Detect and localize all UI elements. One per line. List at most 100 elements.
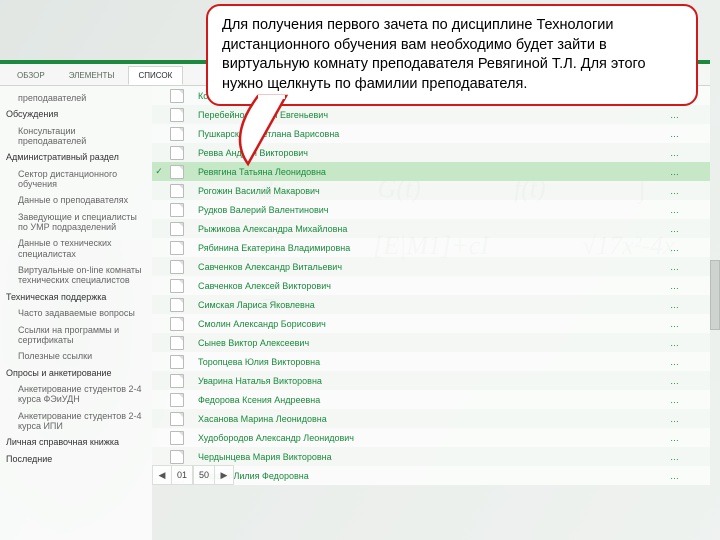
sidebar-item[interactable]: Анкетирование студентов 2-4 курса ИПИ — [0, 408, 152, 435]
sidebar-item[interactable]: Данные о технических специалистах — [0, 235, 152, 262]
table-row[interactable]: Ревва Андрей Викторович… — [152, 143, 710, 162]
table-row-selected[interactable]: ✓Ревягина Татьяна Леонидовна… — [152, 162, 710, 181]
main-panel: Конькова Наталья Алексеевна… Перебейнос … — [152, 86, 710, 540]
row-name[interactable]: Рудков Валерий Валентинович — [188, 205, 670, 215]
table-row[interactable]: Смолин Александр Борисович… — [152, 314, 710, 333]
row-name[interactable]: Торопцева Юлия Викторовна — [188, 357, 670, 367]
row-menu[interactable]: … — [670, 224, 710, 234]
tab-list[interactable]: СПИСОК — [128, 66, 184, 85]
row-name[interactable]: Савченков Александр Витальевич — [188, 262, 670, 272]
table-row[interactable]: Рыжикова Александра Михайловна… — [152, 219, 710, 238]
row-name[interactable]: Федорова Ксения Андреевна — [188, 395, 670, 405]
row-menu[interactable]: … — [670, 452, 710, 462]
table-row[interactable]: Федорова Ксения Андреевна… — [152, 390, 710, 409]
sidebar-item[interactable]: Заведующие и специалисты по УМР подразде… — [0, 209, 152, 236]
sidebar-item[interactable]: Данные о преподавателях — [0, 192, 152, 208]
row-menu[interactable]: … — [670, 357, 710, 367]
sidebar-item[interactable]: преподавателей — [0, 90, 152, 106]
sidebar-item[interactable]: Анкетирование студентов 2-4 курса ФЭиУДН — [0, 381, 152, 408]
table-row[interactable]: Хасанова Марина Леонидовна… — [152, 409, 710, 428]
page-icon — [170, 127, 184, 141]
pager-total: 50 — [193, 466, 215, 484]
table-row[interactable]: Шарова Лилия Федоровна… — [152, 466, 710, 485]
pager-prev[interactable]: ◀ — [153, 466, 171, 484]
row-menu[interactable]: … — [670, 148, 710, 158]
teacher-list: Конькова Наталья Алексеевна… Перебейнос … — [152, 86, 710, 485]
row-menu[interactable]: … — [670, 281, 710, 291]
table-row[interactable]: Рудков Валерий Валентинович… — [152, 200, 710, 219]
page-icon — [170, 165, 184, 179]
row-name[interactable]: Хасанова Марина Леонидовна — [188, 414, 670, 424]
page-icon — [170, 450, 184, 464]
row-menu[interactable]: … — [670, 243, 710, 253]
row-name[interactable]: Ревягина Татьяна Леонидовна — [188, 167, 670, 177]
row-name[interactable]: Симская Лариса Яковлевна — [188, 300, 670, 310]
row-menu[interactable]: … — [670, 376, 710, 386]
row-menu[interactable]: … — [670, 471, 710, 481]
page-icon — [170, 146, 184, 160]
row-name[interactable]: Рябинина Екатерина Владимировна — [188, 243, 670, 253]
sidebar-item[interactable]: Часто задаваемые вопросы — [0, 305, 152, 321]
table-row[interactable]: Рябинина Екатерина Владимировна… — [152, 238, 710, 257]
sidebar: преподавателей Обсуждения Консультации п… — [0, 86, 152, 540]
table-row[interactable]: Симская Лариса Яковлевна… — [152, 295, 710, 314]
sidebar-item[interactable]: Ссылки на программы и сертификаты — [0, 322, 152, 349]
row-menu[interactable]: … — [670, 414, 710, 424]
row-menu[interactable]: … — [670, 300, 710, 310]
sidebar-item[interactable]: Сектор дистанционного обучения — [0, 166, 152, 193]
sidebar-item[interactable]: Полезные ссылки — [0, 348, 152, 364]
tab-overview[interactable]: ОБЗОР — [6, 66, 56, 85]
sidebar-item[interactable]: Опросы и анкетирование — [0, 365, 152, 381]
table-row[interactable]: Рогожин Василий Макарович… — [152, 181, 710, 200]
row-name[interactable]: Рогожин Василий Макарович — [188, 186, 670, 196]
row-menu[interactable]: … — [670, 262, 710, 272]
sidebar-item[interactable]: Техническая поддержка — [0, 289, 152, 305]
row-name[interactable]: Смолин Александр Борисович — [188, 319, 670, 329]
page-icon — [170, 431, 184, 445]
row-menu[interactable]: … — [670, 110, 710, 120]
table-row[interactable]: Уварина Наталья Викторовна… — [152, 371, 710, 390]
sidebar-item[interactable]: Консультации преподавателей — [0, 123, 152, 150]
pager-current: 01 — [171, 466, 193, 484]
table-row[interactable]: Чердынцева Мария Викторовна… — [152, 447, 710, 466]
page-icon — [170, 355, 184, 369]
row-menu[interactable]: … — [670, 338, 710, 348]
page-icon — [170, 222, 184, 236]
row-menu[interactable]: … — [670, 433, 710, 443]
pager: ◀ 01 50 ▶ — [152, 465, 234, 485]
instruction-callout: Для получения первого зачета по дисципли… — [206, 4, 698, 106]
sidebar-item[interactable]: Последние — [0, 451, 152, 467]
row-menu[interactable]: … — [670, 319, 710, 329]
table-row[interactable]: Торопцева Юлия Викторовна… — [152, 352, 710, 371]
table-row[interactable]: Сынев Виктор Алексеевич… — [152, 333, 710, 352]
row-name[interactable]: Чердынцева Мария Викторовна — [188, 452, 670, 462]
row-menu[interactable]: … — [670, 167, 710, 177]
table-row[interactable]: Пушкарская Светлана Варисовна… — [152, 124, 710, 143]
table-row[interactable]: Перебейнос Артем Евгеньевич… — [152, 105, 710, 124]
app-window: ОБЗОР ЭЛЕМЕНТЫ СПИСОК преподавателей Обс… — [0, 60, 710, 540]
row-menu[interactable]: … — [670, 395, 710, 405]
pager-next[interactable]: ▶ — [215, 466, 233, 484]
callout-tail — [238, 96, 298, 166]
table-row[interactable]: Худобородов Александр Леонидович… — [152, 428, 710, 447]
row-menu[interactable]: … — [670, 129, 710, 139]
row-name[interactable]: Сынев Виктор Алексеевич — [188, 338, 670, 348]
row-name[interactable]: Савченков Алексей Викторович — [188, 281, 670, 291]
row-name[interactable]: Шарова Лилия Федоровна — [188, 471, 670, 481]
sidebar-item[interactable]: Личная справочная книжка — [0, 434, 152, 450]
row-menu[interactable]: … — [670, 186, 710, 196]
page-icon — [170, 393, 184, 407]
sidebar-item[interactable]: Виртуальные on-line комнаты технических … — [0, 262, 152, 289]
row-menu[interactable]: … — [670, 205, 710, 215]
page-icon — [170, 89, 184, 103]
table-row[interactable]: Савченков Александр Витальевич… — [152, 257, 710, 276]
sidebar-item[interactable]: Обсуждения — [0, 106, 152, 122]
scrollbar-thumb[interactable] — [710, 260, 720, 330]
row-name[interactable]: Уварина Наталья Викторовна — [188, 376, 670, 386]
table-row[interactable]: Савченков Алексей Викторович… — [152, 276, 710, 295]
tab-elements[interactable]: ЭЛЕМЕНТЫ — [58, 66, 126, 85]
sidebar-item[interactable]: Административный раздел — [0, 149, 152, 165]
content-area: преподавателей Обсуждения Консультации п… — [0, 86, 710, 540]
row-name[interactable]: Рыжикова Александра Михайловна — [188, 224, 670, 234]
row-name[interactable]: Худобородов Александр Леонидович — [188, 433, 670, 443]
